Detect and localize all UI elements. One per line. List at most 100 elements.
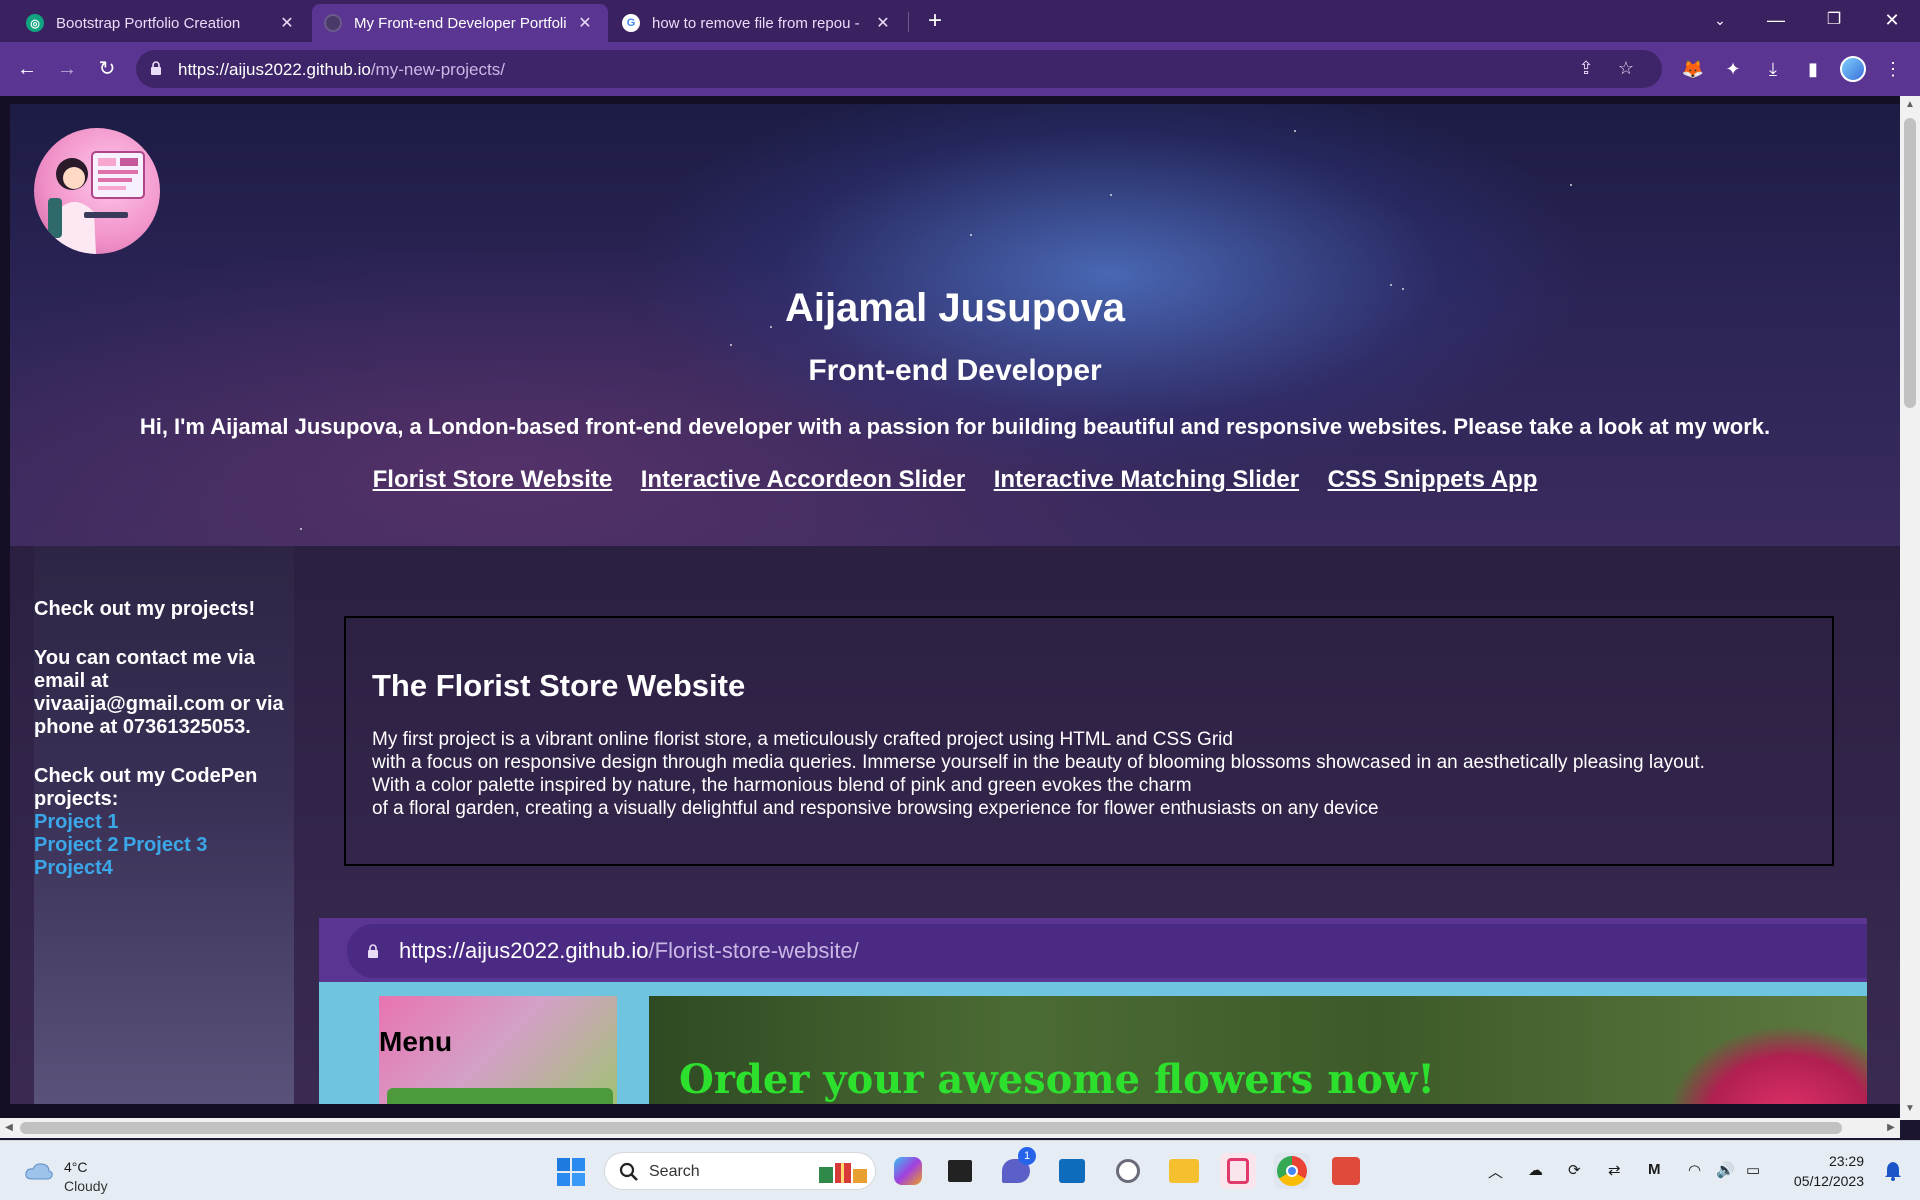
chrome-taskbar-icon[interactable]: [1274, 1153, 1310, 1189]
restore-button[interactable]: ❐: [1814, 4, 1854, 36]
hero-section: Aijamal Jusupova Front-end Developer Hi,…: [10, 104, 1900, 546]
codepen-heading: Check out my CodePen projects:: [34, 765, 258, 810]
close-tab-icon[interactable]: ✕: [574, 13, 596, 33]
task-view-icon[interactable]: [942, 1153, 978, 1189]
taskbar-search[interactable]: Search: [604, 1152, 876, 1190]
chatgpt-favicon-icon: ◎: [26, 14, 44, 32]
reload-button[interactable]: ↻: [90, 52, 124, 86]
star-decoration: [1294, 130, 1296, 132]
tab-title: Bootstrap Portfolio Creation: [56, 14, 241, 32]
show-hidden-icons-chevron-icon[interactable]: ︿: [1488, 1161, 1503, 1182]
description-line: with a focus on responsive design throug…: [372, 752, 1705, 773]
copilot-icon[interactable]: [890, 1153, 926, 1189]
screenshot-url-host: https://aijus2022.github.io: [399, 938, 649, 963]
search-icon: [619, 1162, 638, 1181]
microsoft-store-icon[interactable]: [1054, 1153, 1090, 1189]
matching-slider-link[interactable]: Interactive Matching Slider: [994, 466, 1299, 494]
page-subtitle: Front-end Developer: [808, 354, 1102, 387]
onedrive-icon[interactable]: ☁: [1528, 1161, 1543, 1179]
file-explorer-icon[interactable]: [1166, 1153, 1202, 1189]
teams-chat-icon[interactable]: 1: [998, 1147, 1036, 1189]
description-line: My first project is a vibrant online flo…: [372, 729, 1233, 750]
tab-bootstrap-portfolio[interactable]: ◎ Bootstrap Portfolio Creation ✕: [14, 4, 310, 42]
search-placeholder: Search: [649, 1163, 700, 1180]
description-line: of a floral garden, creating a visually …: [372, 798, 1379, 819]
avatar: [34, 128, 160, 254]
tab-google-search[interactable]: G how to remove file from repou - ✕: [610, 4, 906, 42]
close-window-button[interactable]: ✕: [1872, 4, 1912, 36]
screenshot-url-path: /Florist-store-website/: [648, 938, 859, 963]
battery-icon[interactable]: ▭: [1746, 1161, 1760, 1179]
tab-strip: ◎ Bootstrap Portfolio Creation ✕ My Fron…: [0, 0, 1920, 42]
sync-icon[interactable]: ⟳: [1568, 1161, 1581, 1179]
clock-date: 05/12/2023: [1793, 1173, 1864, 1189]
star-decoration: [300, 528, 302, 530]
forward-button[interactable]: →: [50, 52, 84, 86]
screenshot-headline: Order your awesome flowers now!: [679, 1056, 1435, 1103]
tab-portfolio[interactable]: My Front-end Developer Portfoli ✕: [312, 4, 608, 42]
notification-bell-icon[interactable]: [1884, 1161, 1902, 1181]
profile-avatar[interactable]: [1836, 52, 1870, 86]
search-highlight-gifts-icon: [819, 1163, 867, 1183]
app-red-gear-icon[interactable]: [1328, 1153, 1364, 1189]
codepen-project-4-link[interactable]: Project4: [34, 857, 113, 879]
lock-icon: [151, 61, 161, 75]
settings-icon[interactable]: [1110, 1153, 1146, 1189]
portfolio-page: Aijamal Jusupova Front-end Developer Hi,…: [10, 104, 1900, 1104]
app-tray-icon[interactable]: M: [1648, 1161, 1661, 1178]
url-text: https://aijus2022.github.io/my-new-proje…: [178, 60, 505, 80]
address-bar[interactable]: https://aijus2022.github.io/my-new-proje…: [136, 50, 1662, 88]
screenshot-menu-title: Menu: [379, 1026, 453, 1057]
tab-separator: [908, 12, 909, 32]
sidebar-contact-text: You can contact me via email at vivaaija…: [34, 647, 284, 738]
snipping-tool-icon[interactable]: [1220, 1153, 1256, 1189]
system-clock[interactable]: 23:29 05/12/2023: [1794, 1151, 1864, 1191]
extensions-puzzle-icon[interactable]: ✦: [1716, 52, 1750, 86]
metamask-extension-icon[interactable]: 🦊: [1676, 52, 1710, 86]
scroll-left-arrow-icon[interactable]: ◀: [0, 1118, 18, 1138]
accordeon-slider-link[interactable]: Interactive Accordeon Slider: [641, 466, 966, 494]
project-description: My first project is a vibrant online flo…: [372, 728, 1812, 820]
scroll-down-arrow-icon[interactable]: ▼: [1900, 1100, 1920, 1118]
new-tab-button[interactable]: +: [922, 6, 948, 36]
vertical-scrollbar[interactable]: ▲ ▼: [1900, 96, 1920, 1120]
adjust-settings-icon[interactable]: ⇄: [1608, 1161, 1621, 1179]
star-decoration: [970, 234, 972, 236]
codepen-project-2-link[interactable]: Project 2: [34, 834, 118, 856]
screenshot-flower-banner: Order your awesome flowers now!: [649, 996, 1867, 1104]
chrome-menu-icon[interactable]: ⋮: [1876, 52, 1910, 86]
volume-icon[interactable]: 🔊: [1716, 1161, 1735, 1179]
horizontal-scrollbar[interactable]: ◀ ▶: [0, 1118, 1900, 1138]
codepen-section: Check out my CodePen projects: Project 1…: [34, 765, 294, 880]
scroll-right-arrow-icon[interactable]: ▶: [1882, 1118, 1900, 1138]
horizontal-scroll-thumb[interactable]: [20, 1122, 1842, 1134]
screenshot-body: Menu Order your awesome flowers now!: [319, 982, 1867, 1104]
download-icon[interactable]: ⤓: [1756, 52, 1790, 86]
back-button[interactable]: ←: [10, 52, 44, 86]
star-decoration: [1570, 184, 1572, 186]
weather-widget[interactable]: 4°C Cloudy: [20, 1151, 130, 1194]
share-icon[interactable]: ⇪: [1574, 58, 1598, 80]
wifi-icon[interactable]: ◠: [1688, 1161, 1701, 1179]
close-tab-icon[interactable]: ✕: [276, 13, 298, 33]
codepen-project-1-link[interactable]: Project 1: [34, 811, 118, 833]
close-tab-icon[interactable]: ✕: [872, 13, 894, 33]
project-card: The Florist Store Website My first proje…: [344, 616, 1834, 866]
florist-store-link[interactable]: Florist Store Website: [373, 466, 613, 494]
project-screenshot[interactable]: https://aijus2022.github.io/Florist-stor…: [319, 918, 1867, 1104]
windows-start-icon[interactable]: [556, 1157, 586, 1187]
lock-icon: [368, 944, 378, 958]
weather-temperature: 4°C: [64, 1159, 88, 1175]
vertical-scroll-thumb[interactable]: [1904, 118, 1916, 408]
tab-title: My Front-end Developer Portfoli: [354, 14, 567, 32]
developer-illustration-icon: [48, 151, 145, 254]
scroll-up-arrow-icon[interactable]: ▲: [1900, 96, 1920, 114]
side-panel-icon[interactable]: ▮: [1796, 52, 1830, 86]
screenshot-address-bar: https://aijus2022.github.io/Florist-stor…: [347, 924, 1867, 978]
codepen-project-3-link[interactable]: Project 3: [123, 834, 207, 856]
bookmark-star-icon[interactable]: ☆: [1614, 58, 1638, 80]
css-snippets-link[interactable]: CSS Snippets App: [1328, 466, 1538, 494]
minimize-button[interactable]: —: [1756, 4, 1796, 36]
tab-search-icon[interactable]: ⌄: [1700, 4, 1740, 36]
url-path: /my-new-projects/: [370, 60, 505, 79]
